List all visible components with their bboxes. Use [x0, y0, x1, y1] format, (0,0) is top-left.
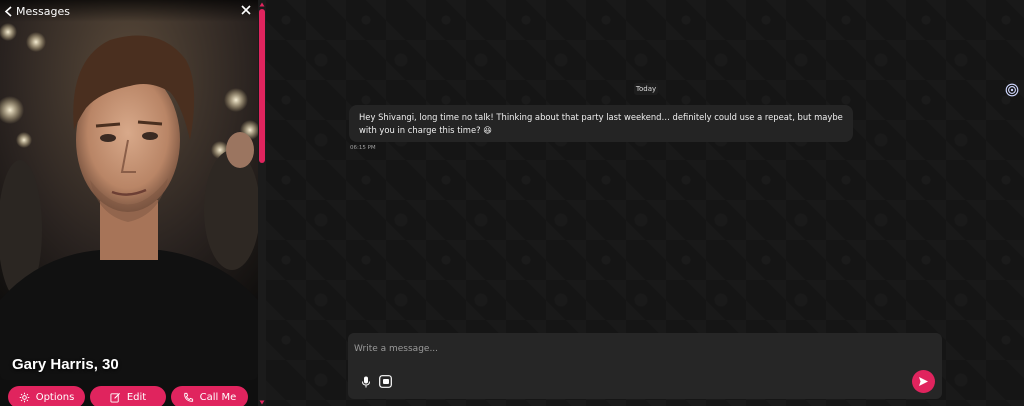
profile-name: Gary Harris, 30 — [12, 356, 119, 373]
close-icon[interactable] — [240, 4, 252, 16]
back-label: Messages — [16, 4, 70, 18]
send-button[interactable] — [912, 370, 935, 393]
options-label: Options — [35, 391, 75, 403]
back-button[interactable]: Messages — [4, 5, 70, 18]
gear-icon — [19, 392, 29, 402]
message-bubble: Hey Shivangi, long time no talk! Thinkin… — [349, 105, 853, 142]
scroll-up-icon[interactable] — [259, 2, 265, 7]
edit-label: Edit — [126, 391, 147, 403]
message-timestamp: 06:15 PM — [350, 145, 376, 151]
phone-icon — [183, 392, 193, 402]
image-icon[interactable] — [379, 375, 392, 388]
call-me-button[interactable]: Call Me — [171, 386, 248, 406]
chevron-left-icon — [4, 5, 12, 17]
send-icon — [919, 377, 928, 386]
action-row: Options Edit Call Me — [8, 386, 248, 406]
panel-header: Messages — [0, 0, 258, 22]
options-button[interactable]: Options — [8, 386, 85, 406]
date-divider: Today — [634, 83, 658, 95]
microphone-icon[interactable] — [361, 376, 371, 388]
scroll-thumb[interactable] — [259, 9, 265, 163]
scroll-down-icon[interactable] — [259, 400, 265, 405]
profile-photo — [0, 0, 258, 380]
call-me-label: Call Me — [199, 391, 237, 403]
edit-button[interactable]: Edit — [90, 386, 166, 406]
message-input[interactable] — [354, 341, 894, 357]
spiral-icon[interactable] — [1005, 83, 1019, 97]
profile-photo-image — [0, 0, 258, 380]
edit-icon — [110, 392, 120, 403]
message-composer — [348, 333, 942, 399]
panel-scrollbar[interactable] — [258, 0, 266, 406]
chat-area: Today Hey Shivangi, long time no talk! T… — [266, 0, 1024, 406]
profile-panel: Messages Gary Harris, 30 Options Edit Ca… — [0, 0, 258, 406]
